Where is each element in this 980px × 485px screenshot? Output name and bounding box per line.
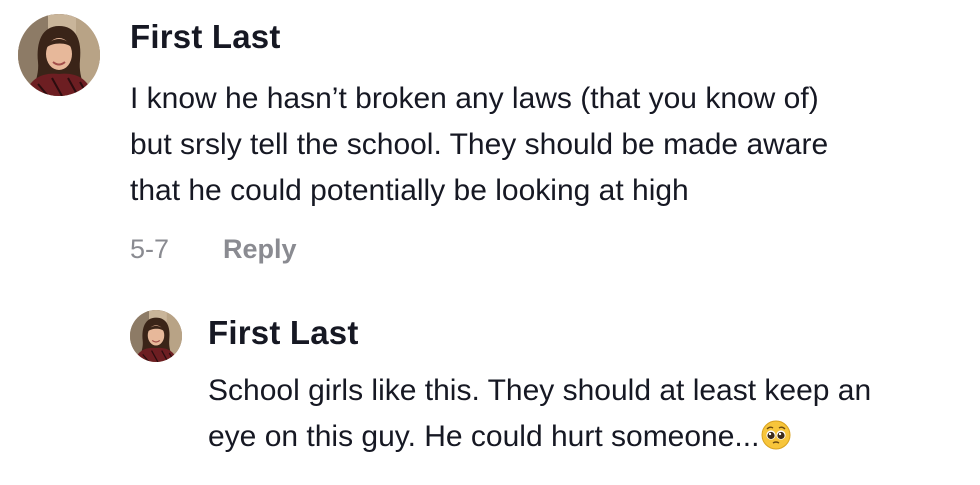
profile-photo-icon (18, 14, 100, 96)
comment-text: I know he hasn’t broken any laws (that y… (130, 76, 828, 214)
comment-text-line: that he could potentially be looking at … (130, 174, 689, 207)
profile-photo-icon (130, 310, 182, 362)
avatar[interactable] (130, 310, 182, 362)
comment-text-line: I know he hasn’t broken any laws (that y… (130, 82, 819, 115)
reply-text-fragment: eye on this guy. He could hurt someone..… (208, 420, 760, 453)
comment-date: 5-7 (130, 234, 170, 264)
reply-text: School girls like this. They should at l… (208, 368, 871, 460)
pleading-face-icon (761, 420, 791, 450)
reply-text-line-with-emoji: eye on this guy. He could hurt someone..… (208, 414, 871, 460)
reply-comment: First Last School girls like this. They … (0, 290, 980, 485)
avatar[interactable] (18, 14, 100, 96)
comment-author[interactable]: First Last (130, 18, 281, 56)
reply-button[interactable]: Reply (223, 234, 297, 265)
reply-text-line: School girls like this. They should at l… (208, 374, 872, 407)
reply-author[interactable]: First Last (208, 314, 359, 352)
comment-text-line: but srsly tell the school. They should b… (130, 128, 829, 161)
comment: First Last I know he hasn’t broken any l… (0, 0, 980, 290)
